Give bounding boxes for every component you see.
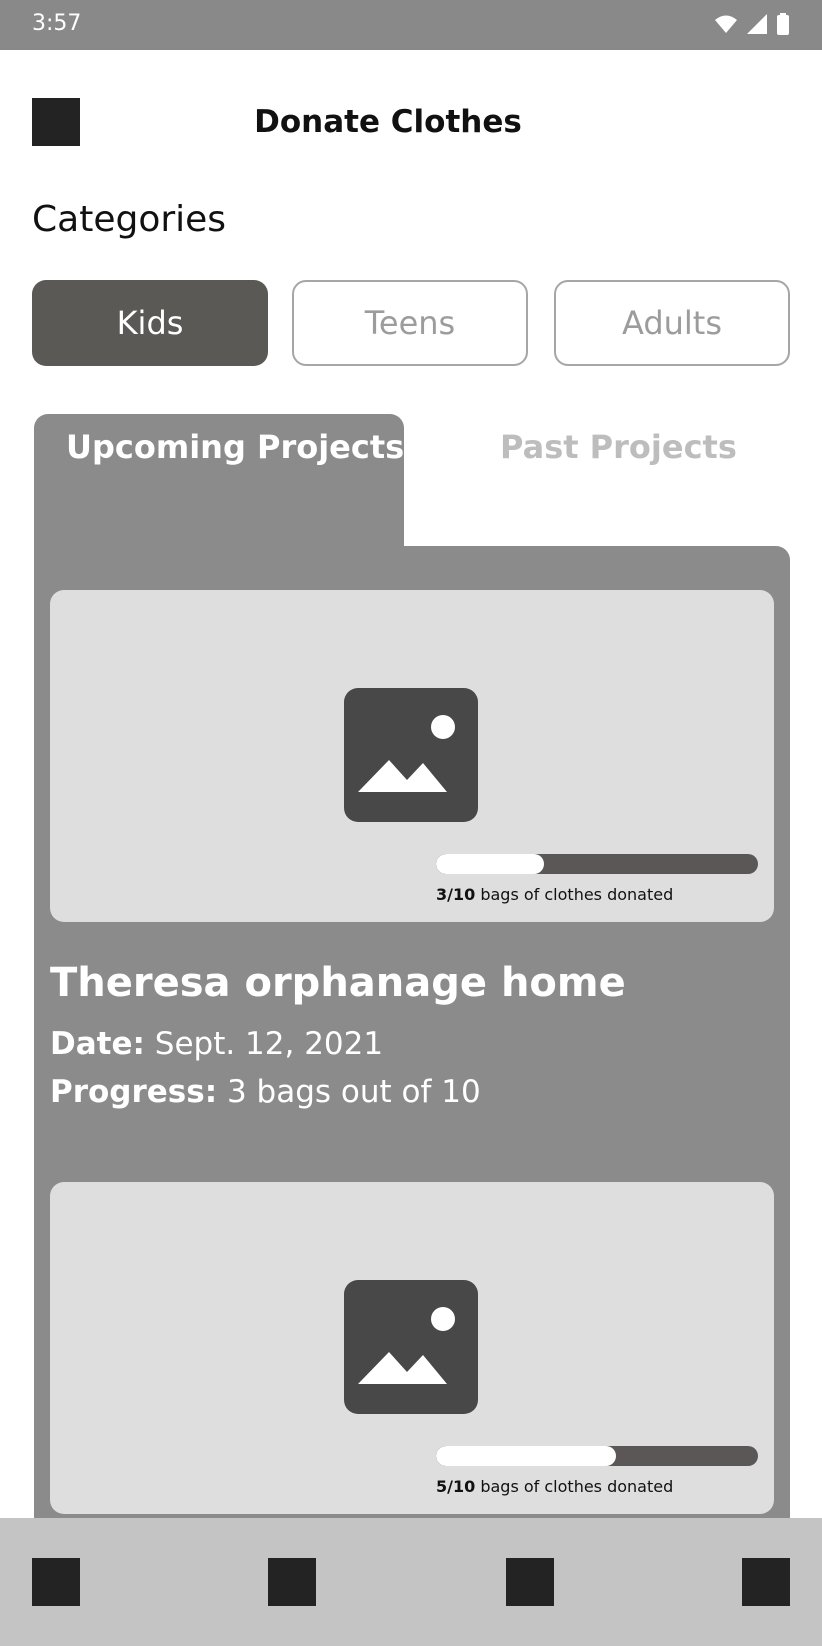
progress-fill bbox=[436, 854, 545, 874]
date-value: Sept. 12, 2021 bbox=[144, 1026, 384, 1062]
categories-heading: Categories bbox=[32, 199, 227, 240]
progress-caption-text: bags of clothes donated bbox=[475, 885, 674, 904]
tab-upcoming-label[interactable]: Upcoming Projects bbox=[66, 428, 404, 466]
wifi-icon bbox=[715, 15, 737, 33]
image-placeholder-icon bbox=[344, 688, 478, 822]
category-chip-teens[interactable]: Teens bbox=[292, 280, 528, 366]
progress-value: 3 bags out of 10 bbox=[217, 1074, 481, 1110]
page-title: Donate Clothes bbox=[254, 104, 522, 140]
signal-icon bbox=[747, 14, 767, 34]
tab-past-projects[interactable]: Past Projects bbox=[500, 428, 737, 466]
nav-item-2-icon[interactable] bbox=[268, 1558, 316, 1606]
project-date: Date: Sept. 12, 2021 bbox=[50, 1026, 383, 1062]
progress-caption: 3/10 bags of clothes donated bbox=[436, 885, 673, 904]
progress-label: Progress: bbox=[50, 1074, 218, 1110]
project-card[interactable]: 5/10 bags of clothes donated bbox=[50, 1182, 774, 1514]
project-progress: Progress: 3 bags out of 10 bbox=[50, 1074, 481, 1110]
category-chip-adults[interactable]: Adults bbox=[554, 280, 790, 366]
bottom-nav bbox=[0, 1518, 822, 1646]
progress-caption-text: bags of clothes donated bbox=[475, 1477, 674, 1496]
status-time: 3:57 bbox=[32, 11, 82, 36]
battery-icon bbox=[777, 13, 789, 35]
nav-item-4-icon[interactable] bbox=[742, 1558, 790, 1606]
status-icons bbox=[714, 13, 790, 35]
progress-count: 3/10 bbox=[436, 885, 476, 904]
nav-item-1-icon[interactable] bbox=[32, 1558, 80, 1606]
progress-fill bbox=[436, 1446, 617, 1466]
category-chip-kids[interactable]: Kids bbox=[32, 280, 268, 366]
nav-item-3-icon[interactable] bbox=[506, 1558, 554, 1606]
app-header: Donate Clothes bbox=[0, 50, 822, 195]
progress-caption: 5/10 bags of clothes donated bbox=[436, 1477, 673, 1496]
date-label: Date: bbox=[50, 1026, 145, 1062]
project-card[interactable]: 3/10 bags of clothes donated bbox=[50, 590, 774, 922]
projects-panel: 3/10 bags of clothes donated Theresa orp… bbox=[34, 546, 790, 1646]
status-bar: 3:57 bbox=[0, 0, 822, 50]
progress-bar bbox=[436, 1446, 758, 1466]
image-placeholder-icon bbox=[344, 1280, 478, 1414]
progress-bar bbox=[436, 854, 758, 874]
progress-count: 5/10 bbox=[436, 1477, 476, 1496]
project-name: Theresa orphanage home bbox=[50, 960, 626, 1006]
